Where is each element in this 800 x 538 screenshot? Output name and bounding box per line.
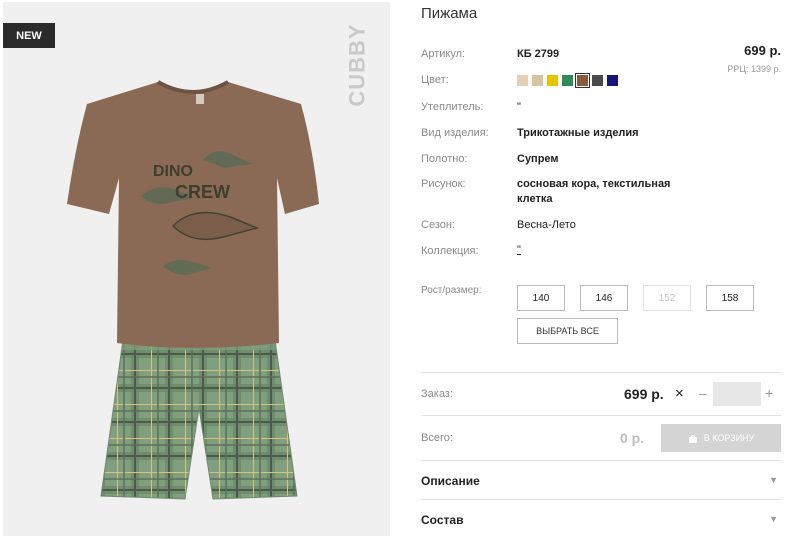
shorts — [100, 339, 298, 500]
increment-button[interactable]: + — [765, 385, 773, 401]
color-swatch[interactable] — [547, 75, 558, 86]
basket-icon — [688, 434, 697, 443]
select-all-button[interactable]: ВЫБРАТЬ ВСЕ — [517, 318, 618, 344]
pattern-value: сосновая кора, текстильная клетка — [517, 178, 671, 205]
collection-link[interactable]: " — [517, 243, 697, 258]
size-options: 140 146 152 158 — [517, 285, 754, 311]
size-option-152: 152 — [643, 285, 691, 311]
add-to-cart-label: В КОРЗИНУ — [703, 433, 755, 443]
print-line-2: CREW — [175, 182, 230, 202]
order-label: Заказ: — [421, 388, 453, 400]
price-block: 699 р. РРЦ: 1399 р. — [727, 43, 781, 74]
tshirt: DINO CREW — [67, 80, 319, 348]
fabric-label: Полотно: — [421, 153, 468, 165]
print-line-1: DINO — [153, 163, 193, 180]
color-swatch[interactable] — [517, 75, 528, 86]
brand-label: CUBBY — [345, 23, 371, 107]
divider — [421, 460, 781, 461]
accordion-description[interactable]: Описание — [421, 474, 480, 488]
divider — [421, 372, 781, 373]
order-price: 699 р. — [624, 386, 664, 402]
divider — [421, 499, 781, 500]
type-value: Трикотажные изделия — [517, 127, 639, 139]
size-option-146[interactable]: 146 — [580, 285, 628, 311]
total-value: 0 р. — [620, 430, 645, 446]
size-option-158[interactable]: 158 — [706, 285, 754, 311]
color-label: Цвет: — [421, 74, 449, 86]
accordion-composition[interactable]: Состав — [421, 513, 463, 527]
chevron-down-icon[interactable]: ▼ — [769, 475, 778, 485]
product-price: 699 р. — [744, 43, 781, 58]
season-label: Сезон: — [421, 219, 455, 231]
size-label: Рост/размер: — [421, 285, 482, 296]
color-swatch[interactable] — [607, 75, 618, 86]
product-image-panel[interactable]: NEW CUBBY DINO CREW — [3, 2, 390, 536]
season-value: Весна-Лето — [517, 219, 576, 231]
collection-label: Коллекция: — [421, 245, 479, 257]
new-badge: NEW — [3, 23, 55, 48]
chevron-down-icon[interactable]: ▼ — [769, 514, 778, 524]
brand-watermark: CUBBY — [343, 20, 373, 110]
product-title: Пижама — [421, 5, 478, 22]
type-label: Вид изделия: — [421, 127, 489, 139]
color-swatch-selected[interactable] — [575, 73, 590, 88]
product-photo: DINO CREW — [67, 80, 319, 500]
article-label: Артикул: — [421, 48, 466, 60]
divider — [421, 415, 781, 416]
decrement-button[interactable]: – — [699, 385, 707, 401]
color-swatch[interactable] — [532, 75, 543, 86]
recommended-price: РРЦ: 1399 р. — [727, 64, 781, 74]
pattern-label: Рисунок: — [421, 178, 466, 190]
size-option-140[interactable]: 140 — [517, 285, 565, 311]
add-to-cart-button[interactable]: В КОРЗИНУ — [661, 424, 781, 452]
multiply-sign: × — [675, 385, 684, 402]
insulation-value: " — [517, 101, 521, 113]
article-value: КБ 2799 — [517, 48, 560, 60]
new-badge-label: NEW — [16, 29, 42, 42]
color-swatch[interactable] — [562, 75, 573, 86]
fabric-value: Супрем — [517, 153, 559, 165]
total-label: Всего: — [421, 432, 453, 444]
quantity-input[interactable] — [713, 382, 761, 406]
color-swatch[interactable] — [592, 75, 603, 86]
insulation-label: Утеплитель: — [421, 101, 484, 113]
color-swatches — [517, 73, 618, 88]
